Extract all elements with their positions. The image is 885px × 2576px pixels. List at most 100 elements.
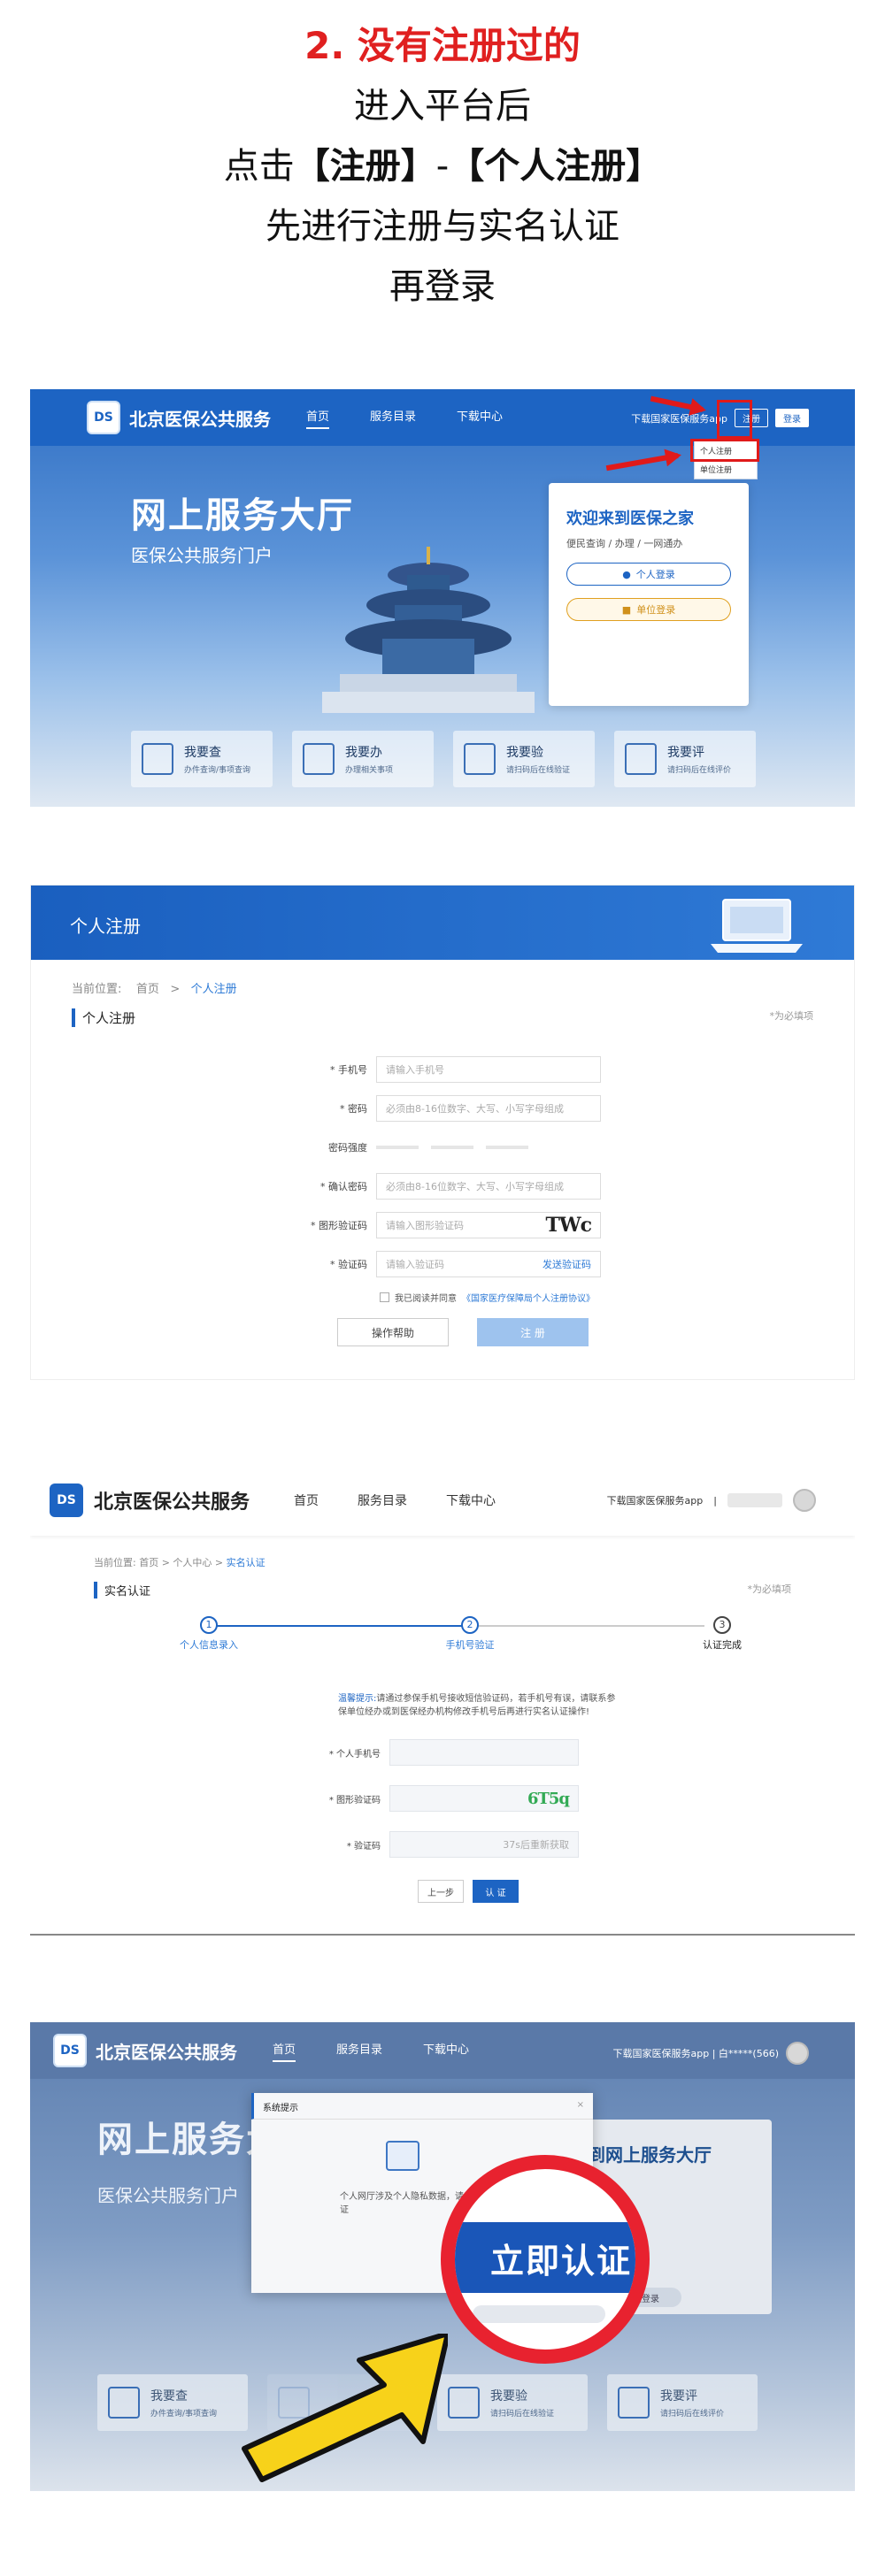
nav-service-catalog[interactable]: 服务目录 bbox=[336, 2040, 382, 2062]
confirm-row: * 确认密码 必须由8-16位数字、大写、小写字母组成 bbox=[31, 1167, 854, 1206]
tile-title: 我要办 bbox=[345, 746, 382, 760]
brand[interactable]: DS 北京医保公共服务 bbox=[53, 2034, 237, 2067]
highlight-register-box bbox=[717, 400, 752, 439]
tile-verify[interactable]: 我要验 请扫码后在线验证 bbox=[437, 2374, 588, 2431]
verify-now-button[interactable]: 立即认证 bbox=[455, 2222, 635, 2293]
nav-download-center[interactable]: 下载中心 bbox=[457, 407, 503, 429]
register-submit-button[interactable]: 注 册 bbox=[477, 1318, 589, 1346]
prev-button[interactable]: 上一步 bbox=[418, 1880, 464, 1903]
phone-input[interactable]: 请输入手机号 bbox=[376, 1056, 601, 1083]
nav-home[interactable]: 首页 bbox=[306, 407, 330, 429]
captcha-row: * 图形验证码 6T5q bbox=[94, 1775, 791, 1821]
breadcrumb: 当前位置: 首页 > 个人中心 > 实名认证 bbox=[94, 1536, 791, 1569]
tile-check[interactable]: 我要查 办件查询/事项查询 bbox=[97, 2374, 248, 2431]
confirm-label: * 确认密码 bbox=[320, 1181, 367, 1192]
dialog-header: 系统提示 × bbox=[251, 2093, 593, 2120]
brand[interactable]: DS 北京医保公共服务 bbox=[50, 1484, 250, 1517]
instruction-line-2: 点击【注册】-【个人注册】 bbox=[0, 136, 885, 196]
personal-register-screenshot: 个人注册 当前位置: 首页 > 个人注册 个人注册 *为必填项 * 手机号 请输入手… bbox=[30, 885, 855, 1380]
agree-checkbox[interactable] bbox=[380, 1292, 389, 1302]
tile-check[interactable]: 我要查 办件查询/事项查询 bbox=[131, 731, 273, 787]
tile-title: 我要评 bbox=[667, 746, 704, 760]
pen-icon bbox=[625, 743, 657, 775]
nav-divider: | bbox=[713, 1494, 717, 1506]
breadcrumb: 当前位置: 首页 > 个人注册 bbox=[31, 960, 854, 996]
captcha-input[interactable]: 请输入图形验证码 TWc bbox=[376, 1212, 601, 1238]
code-input[interactable]: 37s后重新获取 bbox=[389, 1831, 579, 1858]
tile-verify[interactable]: 我要验 请扫码后在线验证 bbox=[453, 731, 595, 787]
password-input[interactable]: 必须由8-16位数字、大写、小写字母组成 bbox=[376, 1095, 601, 1122]
download-app-link[interactable]: 下载国家医保服务app | 白*****(566) bbox=[613, 2046, 779, 2060]
id-card-icon bbox=[386, 2141, 419, 2171]
dropdown-unit-register[interactable]: 单位注册 bbox=[695, 460, 757, 479]
tile-evaluate[interactable]: 我要评 请扫码后在线评价 bbox=[614, 731, 756, 787]
download-app-link[interactable]: 下载国家医保服务app bbox=[631, 411, 727, 426]
auth-buttons: 上一步 认 证 bbox=[94, 1880, 791, 1903]
send-code-link[interactable]: 发送验证码 bbox=[543, 1257, 591, 1271]
page-banner: 个人注册 bbox=[31, 886, 854, 960]
star-badge-icon bbox=[464, 743, 496, 775]
brand[interactable]: DS 北京医保公共服务 bbox=[87, 401, 271, 434]
login-button[interactable]: 登录 bbox=[775, 409, 809, 427]
strength-label: 密码强度 bbox=[328, 1142, 367, 1154]
breadcrumb-path[interactable]: 当前位置: 首页 > 个人中心 > bbox=[94, 1557, 227, 1568]
breadcrumb-home[interactable]: 首页 bbox=[136, 983, 159, 996]
instruction-line-1: 进入平台后 bbox=[354, 86, 531, 126]
step-number: 1 bbox=[200, 1616, 218, 1634]
captcha-image[interactable]: TWc bbox=[546, 1214, 592, 1237]
pen-icon bbox=[618, 2387, 650, 2419]
avatar[interactable] bbox=[786, 2042, 809, 2065]
stamp-icon bbox=[303, 743, 335, 775]
welcome-desc: 便民查询 / 办理 / 一网通办 bbox=[566, 538, 683, 549]
auth-submit-button[interactable]: 认 证 bbox=[473, 1880, 519, 1903]
highlight-circle: 立即认证 bbox=[441, 2155, 650, 2364]
breadcrumb-current: 个人注册 bbox=[190, 983, 237, 996]
strength-row: 密码强度 bbox=[31, 1128, 854, 1167]
tip-text: 请通过参保手机号接收短信验证码，若手机号有误，请联系参保单位经办或到医保经办机构… bbox=[338, 1694, 616, 1717]
tile-desc: 办理相关事项 bbox=[345, 766, 394, 775]
phone-input[interactable] bbox=[389, 1739, 579, 1766]
confirm-password-input[interactable]: 必须由8-16位数字、大写、小写字母组成 bbox=[376, 1173, 601, 1200]
captcha-image[interactable]: 6T5q bbox=[527, 1790, 570, 1808]
brand-name: 北京医保公共服务 bbox=[94, 1491, 250, 1514]
download-app-link[interactable]: 下载国家医保服务app bbox=[607, 1493, 704, 1507]
step-1: 1 个人信息录入 bbox=[147, 1613, 271, 1652]
nav-download-center[interactable]: 下载中心 bbox=[446, 1491, 496, 1509]
code-row: * 验证码 请输入验证码 发送验证码 bbox=[31, 1245, 854, 1284]
step-3: 3 认证完成 bbox=[660, 1613, 784, 1652]
unit-login-button[interactable]: ■ 单位登录 bbox=[566, 598, 731, 621]
personal-login-button[interactable]: ● 个人登录 bbox=[566, 563, 731, 586]
password-placeholder: 必须由8-16位数字、大写、小写字母组成 bbox=[386, 1103, 564, 1115]
section-title: 实名认证 *为必填项 bbox=[94, 1582, 791, 1598]
nav-home[interactable]: 首页 bbox=[273, 2040, 296, 2062]
breadcrumb-separator: > bbox=[170, 983, 181, 996]
laptop-icon bbox=[711, 899, 803, 953]
section-title: 个人注册 *为必填项 bbox=[72, 1008, 813, 1027]
auth-form: * 个人手机号 * 图形验证码 6T5q * 验证码 37s后重新获取 bbox=[94, 1729, 791, 1867]
eye-icon bbox=[108, 2387, 140, 2419]
building-icon: ■ bbox=[621, 603, 632, 616]
help-button[interactable]: 操作帮助 bbox=[337, 1318, 449, 1346]
close-icon[interactable]: × bbox=[577, 2100, 584, 2112]
nav-home[interactable]: 首页 bbox=[294, 1491, 319, 1509]
tip-title: 温馨提示: bbox=[338, 1694, 377, 1704]
avatar[interactable] bbox=[793, 1489, 816, 1512]
code-input[interactable]: 请输入验证码 发送验证码 bbox=[376, 1251, 601, 1277]
agreement-link[interactable]: 《国家医疗保障局个人注册协议》 bbox=[462, 1291, 595, 1304]
hero-subtitle: 医保公共服务门户 bbox=[131, 545, 273, 566]
tile-evaluate[interactable]: 我要评 请扫码后在线评价 bbox=[607, 2374, 758, 2431]
nav-download-center[interactable]: 下载中心 bbox=[423, 2040, 469, 2062]
tile-desc: 请扫码后在线评价 bbox=[660, 2410, 725, 2419]
phone-row: * 个人手机号 bbox=[94, 1729, 791, 1775]
logo-icon: DS bbox=[87, 401, 120, 434]
nav-service-catalog[interactable]: 服务目录 bbox=[370, 407, 416, 429]
captcha-input[interactable]: 6T5q bbox=[389, 1785, 579, 1812]
agree-text: 我已阅读并同意 bbox=[395, 1294, 457, 1304]
tile-title: 我要验 bbox=[490, 2389, 527, 2404]
captcha-row: * 图形验证码 请输入图形验证码 TWc bbox=[31, 1206, 854, 1245]
tile-desc: 办件查询/事项查询 bbox=[150, 2410, 218, 2419]
tile-handle[interactable]: 我要办 办理相关事项 bbox=[292, 731, 434, 787]
username-blurred[interactable] bbox=[727, 1493, 782, 1507]
nav-service-catalog[interactable]: 服务目录 bbox=[358, 1491, 407, 1509]
nav-links: 首页 服务目录 下载中心 bbox=[294, 1491, 496, 1509]
